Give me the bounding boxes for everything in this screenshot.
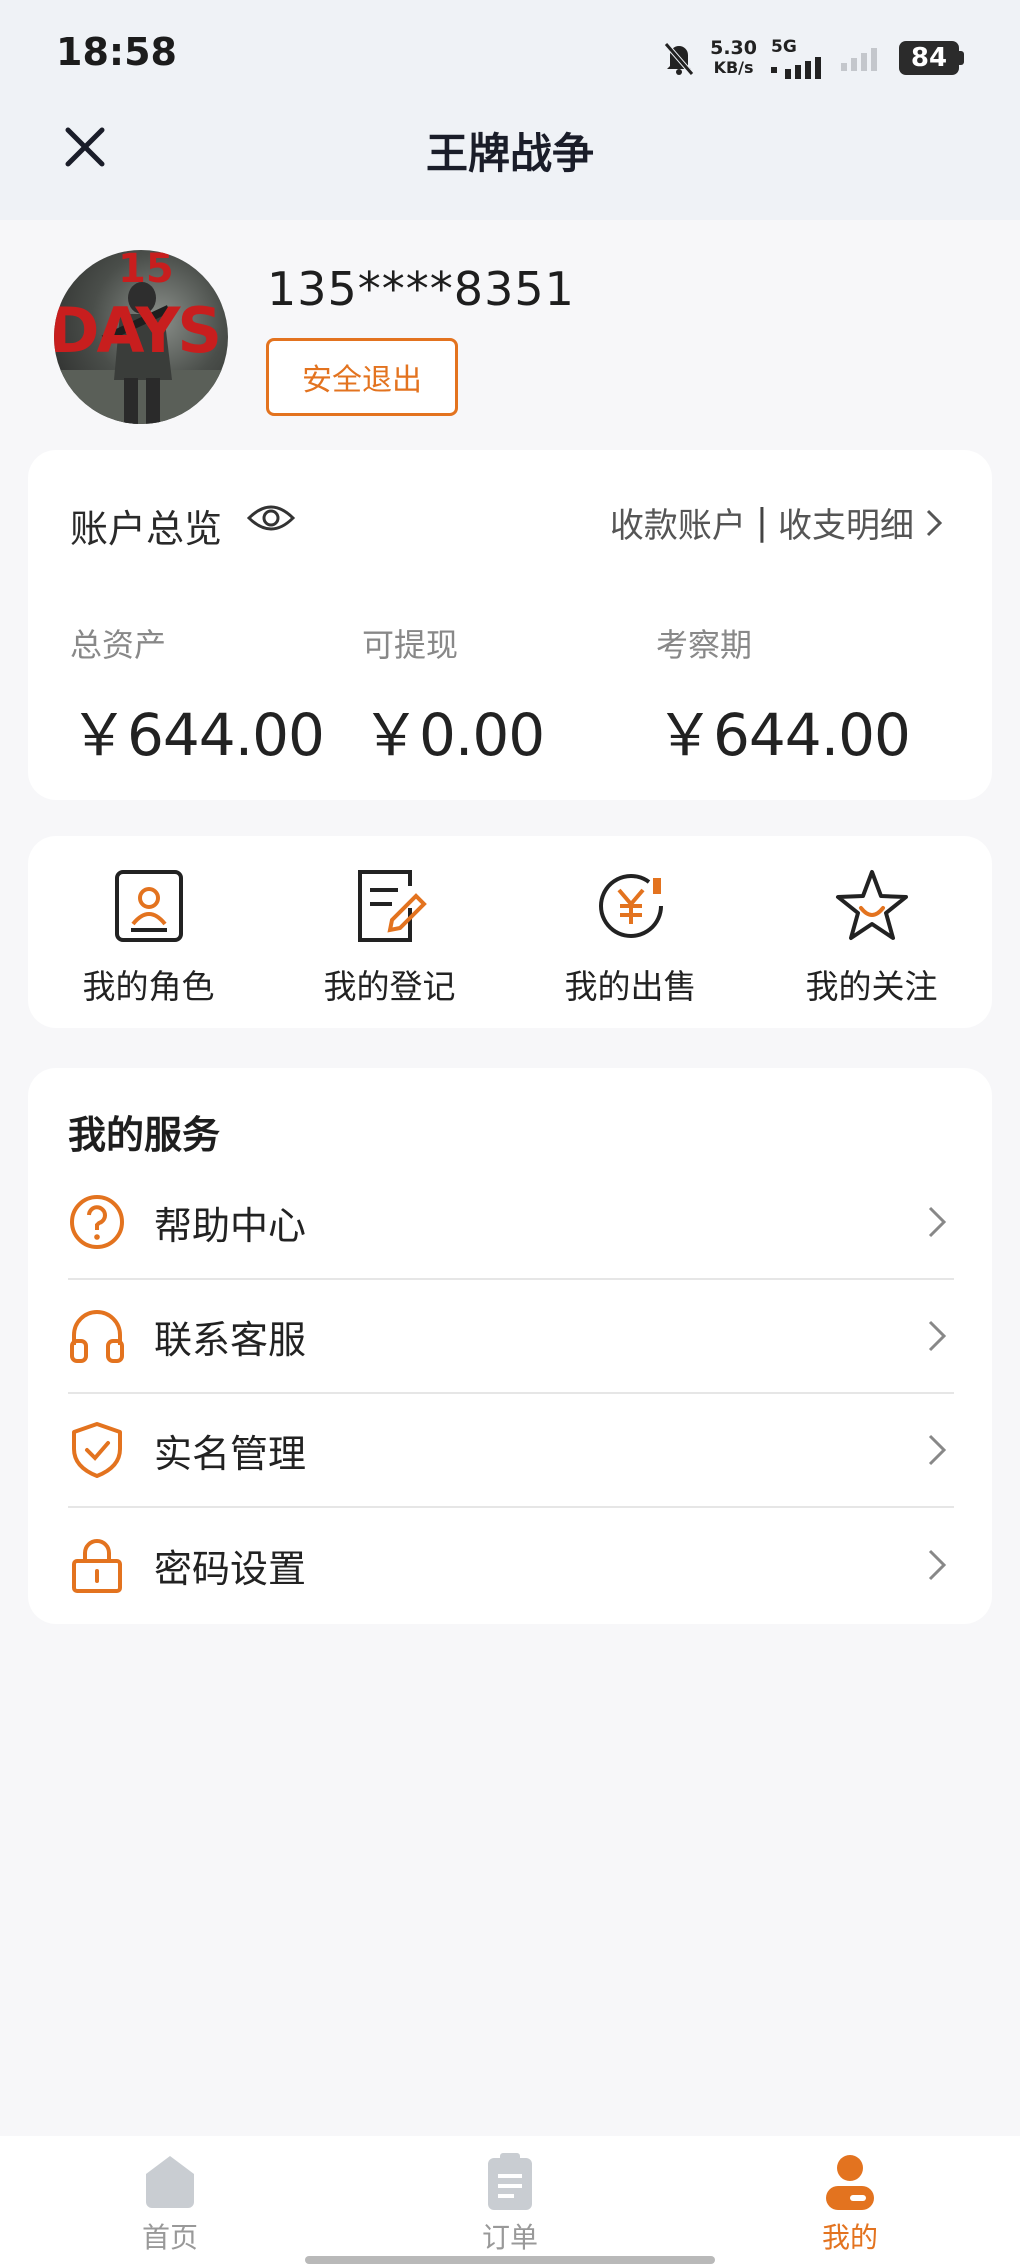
mute-bell-icon xyxy=(664,42,694,76)
star-icon xyxy=(835,870,908,940)
overview-title: 账户总览 xyxy=(70,507,223,551)
home-icon xyxy=(146,2156,194,2208)
user-phone: 135****8351 xyxy=(267,262,575,316)
my-sales-button[interactable]: 我的出售 xyxy=(510,836,751,1028)
tab-label: 订单 xyxy=(481,2221,538,2254)
role-card-icon xyxy=(114,870,183,942)
register-edit-icon xyxy=(357,870,427,942)
chevron-right-icon xyxy=(928,1206,947,1238)
signal-bars-icon xyxy=(771,57,821,79)
services-card: 我的服务 帮助中心 联系客服 实名管理 密码设置 xyxy=(28,1068,992,1624)
service-label: 联系客服 xyxy=(154,1317,307,1362)
my-registrations-button[interactable]: 我的登记 xyxy=(269,836,510,1028)
tab-mine[interactable]: 我的 xyxy=(680,2136,1020,2267)
net-speed-value: 5.30 xyxy=(710,37,757,59)
sell-yuan-icon xyxy=(598,874,663,938)
services-title: 我的服务 xyxy=(68,1113,221,1157)
battery-level: 84 xyxy=(899,41,959,75)
quick-label: 我的关注 xyxy=(805,967,938,1006)
stat-label: 总资产 xyxy=(70,626,167,664)
headset-icon xyxy=(70,1310,124,1363)
quick-actions-card: 我的角色 我的登记 我的出售 我的关注 xyxy=(28,836,992,1028)
lock-icon xyxy=(72,1539,122,1593)
service-label: 帮助中心 xyxy=(154,1203,307,1248)
quick-label: 我的登记 xyxy=(323,967,456,1006)
status-time: 18:58 xyxy=(56,30,177,74)
receive-account-link[interactable]: 收款账户 xyxy=(610,498,746,547)
chevron-right-icon xyxy=(928,1549,947,1581)
signal-5g: 5G xyxy=(771,37,827,79)
stat-label: 可提现 xyxy=(362,626,459,664)
stat-withdrawable: 可提现 ￥0.00 xyxy=(362,620,545,772)
shield-check-icon xyxy=(72,1422,122,1478)
tab-orders[interactable]: 订单 xyxy=(340,2136,680,2267)
stat-value: ￥644.00 xyxy=(656,701,911,769)
overview-links: 收款账户 | 收支明细 xyxy=(610,498,944,547)
bottom-tab-bar: 首页 订单 我的 xyxy=(0,2136,1020,2267)
avatar-text-top: 15 xyxy=(118,250,174,292)
transaction-detail-link[interactable]: 收支明细 xyxy=(778,498,914,547)
tab-label: 首页 xyxy=(141,2221,198,2254)
avatar[interactable]: 15 DAYS xyxy=(54,250,228,424)
service-password[interactable]: 密码设置 xyxy=(68,1508,954,1622)
quick-label: 我的出售 xyxy=(564,967,697,1006)
stat-value: ￥0.00 xyxy=(362,701,545,769)
service-label: 实名管理 xyxy=(154,1431,307,1476)
service-real-name[interactable]: 实名管理 xyxy=(68,1394,954,1508)
stat-review-period: 考察期 ￥644.00 xyxy=(656,620,911,772)
battery-indicator: 84 xyxy=(899,41,964,75)
logout-button[interactable]: 安全退出 xyxy=(266,338,458,416)
chevron-right-icon xyxy=(928,1434,947,1466)
tab-label: 我的 xyxy=(821,2221,878,2254)
network-type: 5G xyxy=(771,37,797,57)
stat-value: ￥644.00 xyxy=(70,701,325,769)
chevron-right-icon[interactable] xyxy=(924,507,944,539)
my-roles-button[interactable]: 我的角色 xyxy=(28,836,269,1028)
home-indicator[interactable] xyxy=(305,2256,715,2264)
chevron-right-icon xyxy=(928,1320,947,1352)
top-bar: 18:58 5.30 KB/s 5G 84 王牌战争 xyxy=(0,0,1020,220)
link-separator: | xyxy=(755,502,768,543)
page-title: 王牌战争 xyxy=(425,129,594,178)
quick-label: 我的角色 xyxy=(82,967,215,1006)
net-speed-unit: KB/s xyxy=(713,58,754,77)
tab-home[interactable]: 首页 xyxy=(0,2136,340,2267)
service-contact-support[interactable]: 联系客服 xyxy=(68,1280,954,1394)
my-follows-button[interactable]: 我的关注 xyxy=(751,836,992,1028)
service-help-center[interactable]: 帮助中心 xyxy=(68,1166,954,1280)
signal-bars-weak-icon xyxy=(841,48,877,71)
stat-label: 考察期 xyxy=(656,626,753,664)
eye-icon[interactable] xyxy=(246,500,296,536)
battery-tip xyxy=(959,51,964,65)
status-icons: 5.30 KB/s 5G 84 xyxy=(662,30,964,86)
stat-total-assets: 总资产 ￥644.00 xyxy=(70,620,325,772)
profile-icon xyxy=(826,2155,874,2210)
help-icon xyxy=(70,1195,124,1249)
order-icon xyxy=(488,2153,532,2210)
service-label: 密码设置 xyxy=(154,1546,307,1591)
account-overview-card: 账户总览 收款账户 | 收支明细 总资产 ￥644.00 可提现 ￥0.00 考… xyxy=(28,450,992,800)
net-speed: 5.30 KB/s xyxy=(710,38,757,78)
avatar-text-bottom: DAYS xyxy=(54,294,222,367)
